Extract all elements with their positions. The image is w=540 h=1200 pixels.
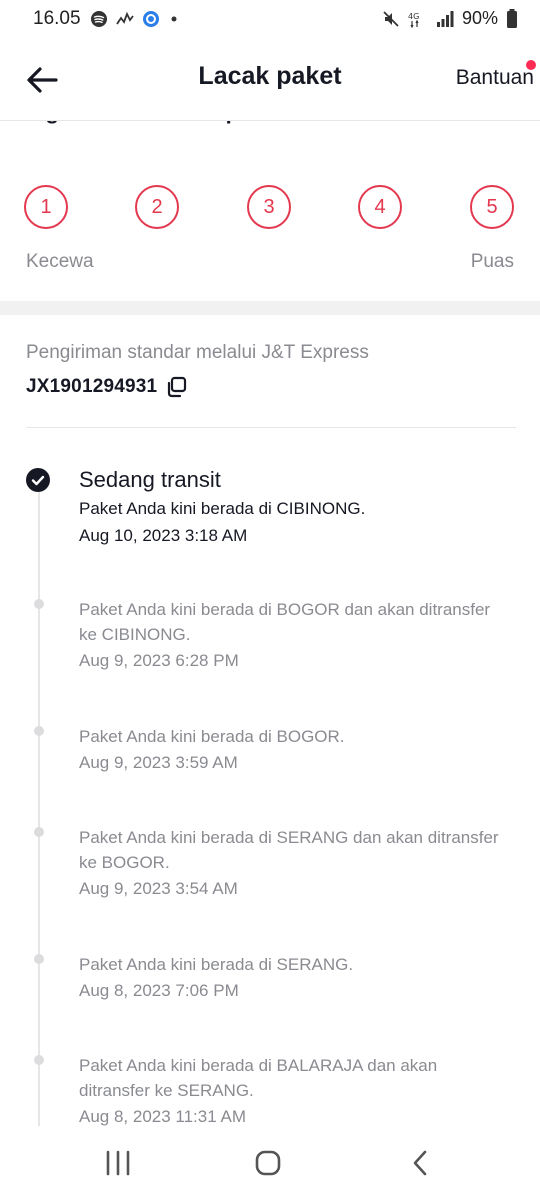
recent-apps-icon (106, 1150, 130, 1176)
more-dot-icon (171, 16, 177, 22)
activity-icon (116, 11, 134, 25)
shipping-method: Pengiriman standar melalui J&T Express (26, 342, 369, 363)
help-link[interactable]: Bantuan (456, 66, 534, 90)
rating-option-2[interactable]: 2 (135, 185, 179, 229)
rating-option-1[interactable]: 1 (24, 185, 68, 229)
timeline-time: Aug 9, 2023 3:59 AM (79, 753, 238, 772)
timeline-description: Paket Anda kini berada di BOGOR. (79, 727, 345, 746)
timeline-description: Paket Anda kini berada di BOGOR dan akan… (79, 600, 491, 644)
copy-button[interactable] (165, 376, 187, 398)
status-right: 4G 90% (382, 8, 518, 29)
tracking-number: JX1901294931 (26, 376, 158, 397)
rating-high-label: Puas (470, 251, 514, 272)
timeline-description: Paket Anda kini berada di SERANG. (79, 955, 354, 974)
system-back-button[interactable] (400, 1148, 440, 1178)
timeline-time: Aug 10, 2023 3:18 AM (79, 526, 248, 545)
timeline-time: Aug 9, 2023 3:54 AM (79, 879, 238, 898)
rating-low-label: Kecewa (26, 251, 94, 272)
timeline-dot (34, 726, 44, 736)
shipment-divider (26, 427, 516, 428)
system-navigation-bar (0, 1126, 540, 1200)
status-bar: 16.05 4G 90% (0, 0, 540, 40)
notification-icons (90, 10, 181, 28)
timeline-dot (34, 827, 44, 837)
status-time: 16.05 (33, 8, 81, 29)
svg-text:4G: 4G (408, 12, 419, 21)
top-app-bar: Lacak paket Bantuan (0, 40, 540, 120)
rating-question: logistik TikTok Shop? (26, 121, 526, 131)
rating-option-4[interactable]: 4 (358, 185, 402, 229)
home-button[interactable] (248, 1148, 288, 1178)
tracking-row: JX1901294931 (26, 376, 187, 398)
signal-icon (436, 10, 454, 27)
spotify-icon (91, 11, 107, 27)
timeline-description: Paket Anda kini berada di SERANG dan aka… (79, 828, 499, 872)
notification-badge (526, 60, 536, 70)
timeline-dot (34, 1055, 44, 1065)
tracking-timeline: Sedang transit Paket Anda kini berada di… (0, 440, 540, 1126)
app-icon (143, 11, 159, 27)
battery-icon (507, 8, 517, 28)
logistics-rating-section: logistik TikTok Shop? 1 2 3 4 5 Kecewa P… (0, 121, 540, 301)
timeline-line (38, 482, 40, 1126)
home-icon (255, 1150, 281, 1176)
battery-percentage: 90% (461, 8, 498, 28)
timeline-description: Paket Anda kini berada di BALARAJA dan a… (79, 1056, 438, 1100)
mute-icon (383, 10, 399, 27)
chevron-left-icon (413, 1150, 427, 1176)
timeline-time: Aug 8, 2023 7:06 PM (79, 981, 239, 1000)
shipment-status: Sedang transit (79, 467, 221, 492)
timeline-dot (34, 954, 44, 964)
timeline-time: Aug 9, 2023 6:28 PM (79, 651, 239, 670)
rating-option-3[interactable]: 3 (247, 185, 291, 229)
section-divider (0, 301, 540, 315)
timeline-dot (34, 599, 44, 609)
check-circle-icon (26, 468, 50, 492)
recent-apps-button[interactable] (98, 1148, 138, 1178)
header-divider (0, 120, 540, 121)
timeline-time: Aug 8, 2023 11:31 AM (79, 1107, 246, 1126)
network-4g-icon: 4G (408, 12, 419, 28)
rating-scale: 1 2 3 4 5 (24, 185, 516, 229)
copy-icon (168, 376, 187, 398)
timeline-description: Paket Anda kini berada di CIBINONG. (79, 499, 366, 518)
rating-option-5[interactable]: 5 (470, 185, 514, 229)
